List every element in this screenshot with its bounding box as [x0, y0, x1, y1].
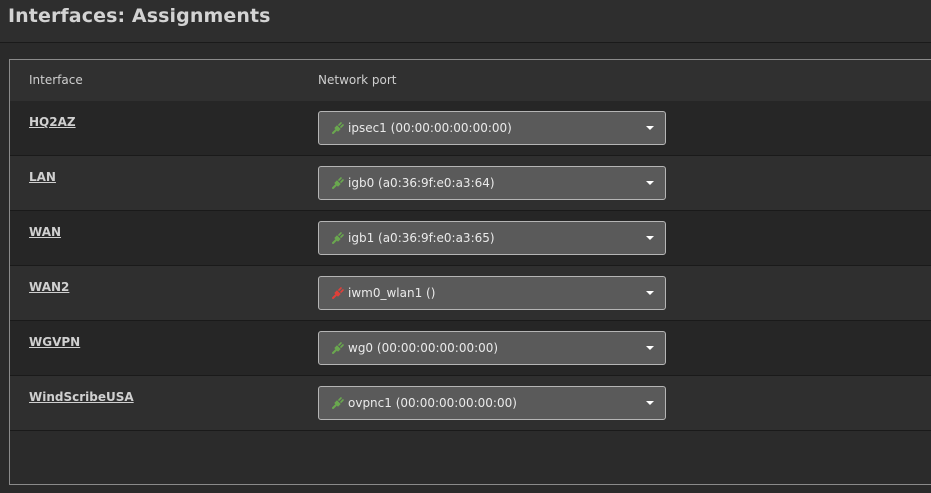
- network-port-select[interactable]: igb1 (a0:36:9f:e0:a3:65): [318, 221, 666, 255]
- network-port-value: ipsec1 (00:00:00:00:00:00): [348, 121, 512, 135]
- plug-icon: [332, 232, 344, 244]
- network-port-select[interactable]: igb0 (a0:36:9f:e0:a3:64): [318, 166, 666, 200]
- interface-link-wan[interactable]: WAN: [29, 225, 61, 239]
- network-port-select[interactable]: ipsec1 (00:00:00:00:00:00): [318, 111, 666, 145]
- caret-down-icon: [646, 236, 654, 240]
- plug-icon: [332, 397, 344, 409]
- interface-link-windscribeusa[interactable]: WindScribeUSA: [29, 390, 134, 404]
- table-header: Interface Network port: [10, 60, 931, 102]
- plug-icon: [332, 287, 344, 299]
- caret-down-icon: [646, 346, 654, 350]
- plug-icon: [332, 342, 344, 354]
- table-row: HQ2AZ ipsec1 (00:00:00:00:00:00): [10, 101, 931, 156]
- caret-down-icon: [646, 126, 654, 130]
- table-row: LAN igb0 (a0:36:9f:e0:a3:64): [10, 156, 931, 211]
- caret-down-icon: [646, 401, 654, 405]
- caret-down-icon: [646, 181, 654, 185]
- page-header: Interfaces: Assignments: [0, 0, 931, 43]
- table-row: WGVPN wg0 (00:00:00:00:00:00): [10, 321, 931, 376]
- plug-icon: [332, 177, 344, 189]
- network-port-select[interactable]: iwm0_wlan1 (): [318, 276, 666, 310]
- table-row: WAN igb1 (a0:36:9f:e0:a3:65): [10, 211, 931, 266]
- network-port-value: iwm0_wlan1 (): [348, 286, 436, 300]
- network-port-select[interactable]: ovpnc1 (00:00:00:00:00:00): [318, 386, 666, 420]
- network-port-value: wg0 (00:00:00:00:00:00): [348, 341, 499, 355]
- table-row: WindScribeUSA ovpnc1 (00:00:00:00:00:00): [10, 376, 931, 431]
- plug-icon: [332, 122, 344, 134]
- network-port-select[interactable]: wg0 (00:00:00:00:00:00): [318, 331, 666, 365]
- interface-link-wan2[interactable]: WAN2: [29, 280, 69, 294]
- page-title: Interfaces: Assignments: [8, 5, 271, 27]
- network-port-value: igb0 (a0:36:9f:e0:a3:64): [348, 176, 495, 190]
- interface-link-wgvpn[interactable]: WGVPN: [29, 335, 80, 349]
- network-port-value: igb1 (a0:36:9f:e0:a3:65): [348, 231, 495, 245]
- assignments-panel: Interface Network port HQ2AZ ipsec1 (00:…: [9, 59, 931, 485]
- table-row: WAN2 iwm0_wlan1 (): [10, 266, 931, 321]
- column-header-network-port: Network port: [318, 73, 397, 87]
- table-footer: [10, 431, 931, 484]
- column-header-interface: Interface: [29, 73, 83, 87]
- interface-link-hq2az[interactable]: HQ2AZ: [29, 115, 76, 129]
- caret-down-icon: [646, 291, 654, 295]
- network-port-value: ovpnc1 (00:00:00:00:00:00): [348, 396, 517, 410]
- interface-link-lan[interactable]: LAN: [29, 170, 56, 184]
